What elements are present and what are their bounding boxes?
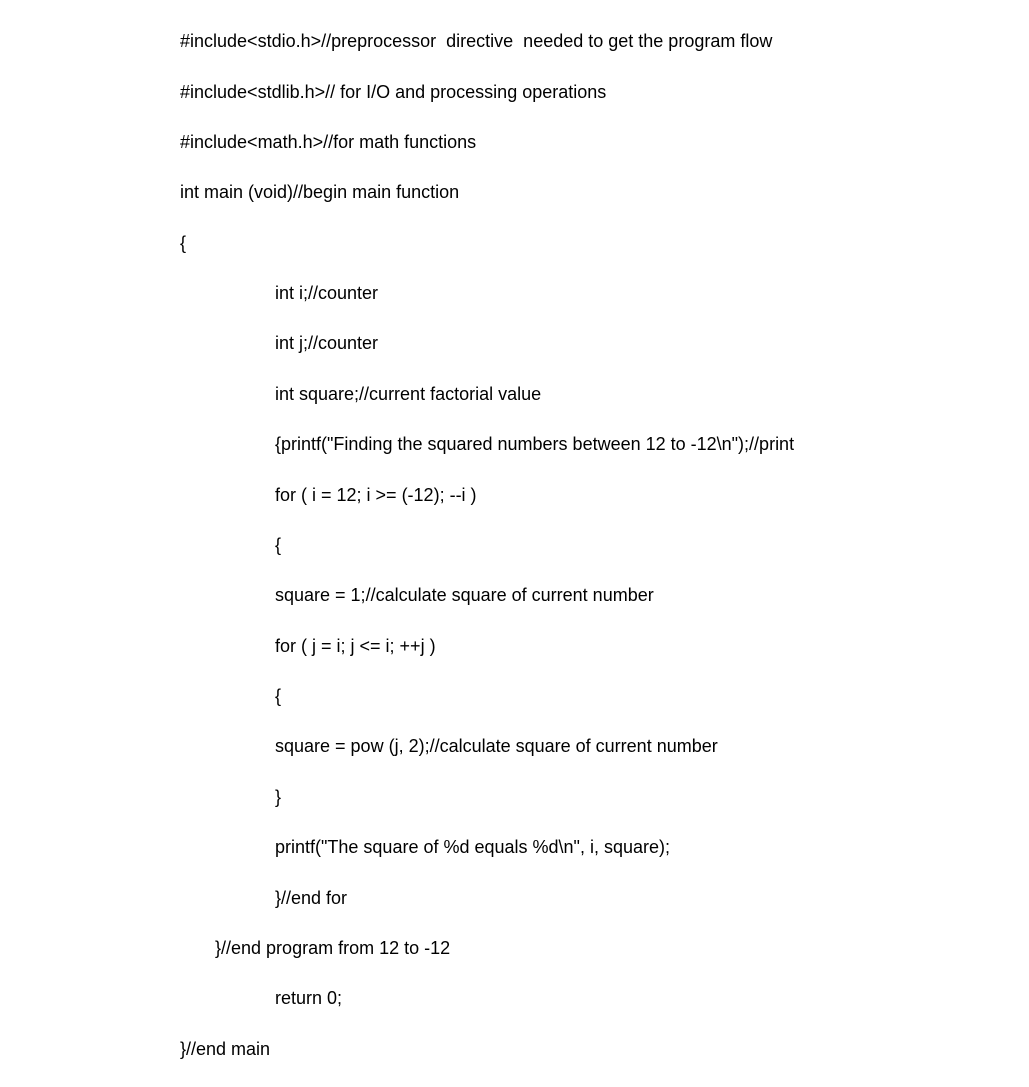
code-line: return 0; — [180, 986, 1029, 1011]
code-line: int j;//counter — [180, 331, 1029, 356]
code-line: square = pow (j, 2);//calculate square o… — [180, 734, 1029, 759]
code-line: { — [180, 684, 1029, 709]
code-line: #include<stdio.h>//preprocessor directiv… — [180, 29, 1029, 54]
code-line: for ( j = i; j <= i; ++j ) — [180, 634, 1029, 659]
code-line: }//end main — [180, 1037, 1029, 1062]
code-line: int main (void)//begin main function — [180, 180, 1029, 205]
code-line: { — [180, 231, 1029, 256]
code-line: }//end for — [180, 886, 1029, 911]
code-line: for ( i = 12; i >= (-12); --i ) — [180, 483, 1029, 508]
code-line: }//end program from 12 to -12 — [180, 936, 1029, 961]
code-line: printf("The square of %d equals %d\n", i… — [180, 835, 1029, 860]
code-block: #include<stdio.h>//preprocessor directiv… — [0, 0, 1029, 1087]
code-line: } — [180, 785, 1029, 810]
code-line: { — [180, 533, 1029, 558]
code-line: #include<stdlib.h>// for I/O and process… — [180, 80, 1029, 105]
code-line: int i;//counter — [180, 281, 1029, 306]
code-line: {printf("Finding the squared numbers bet… — [180, 432, 1029, 457]
code-line: #include<math.h>//for math functions — [180, 130, 1029, 155]
code-line: square = 1;//calculate square of current… — [180, 583, 1029, 608]
code-line: int square;//current factorial value — [180, 382, 1029, 407]
